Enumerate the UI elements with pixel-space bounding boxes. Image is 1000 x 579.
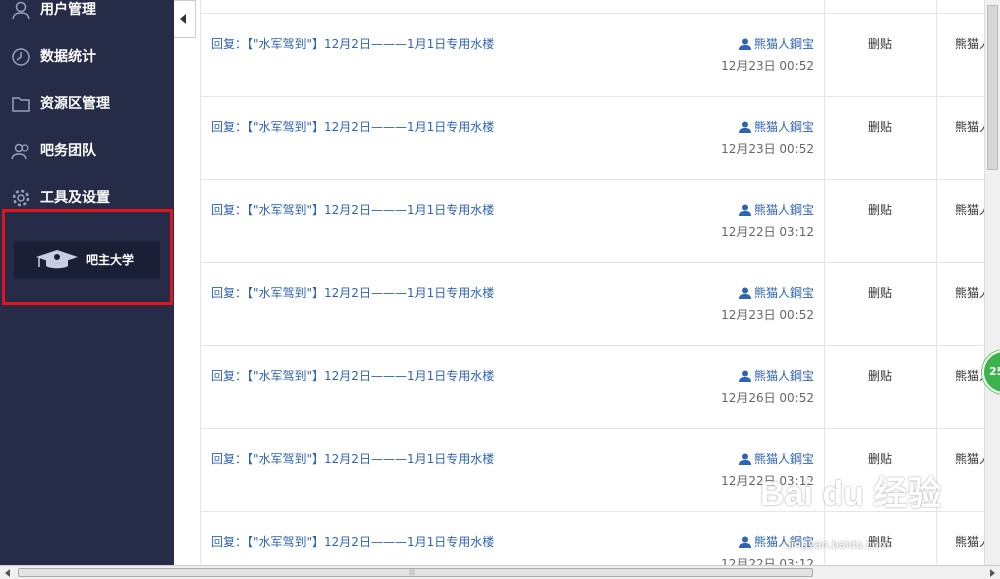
post-title-link[interactable]: 回复：【"水军驾到"】12月2日———1月1日专用水楼 bbox=[211, 285, 494, 301]
user-icon bbox=[738, 204, 751, 216]
sidebar-item-label: 资源区管理 bbox=[40, 96, 110, 112]
clock-icon bbox=[12, 48, 30, 66]
operator-name: 熊猫人 bbox=[955, 37, 985, 51]
post-author[interactable]: 熊猫人鋼宝 bbox=[738, 36, 814, 52]
table-row: 回复：【"水军驾到"】12月2日———1月1日专用水楼 熊猫人鋼宝 12月22日… bbox=[201, 180, 985, 263]
table-row: 回复：【"水军驾到"】12月2日———1月1日专用水楼 熊猫人鋼宝 12月23日… bbox=[201, 97, 985, 180]
sidebar-item-team[interactable]: 吧务团队 bbox=[0, 131, 174, 171]
post-time: 12月26日 00:52 bbox=[721, 391, 814, 405]
table-row bbox=[201, 0, 985, 14]
floating-counter-text: 25 bbox=[989, 365, 1000, 378]
post-time: 12月23日 00:52 bbox=[721, 308, 814, 322]
operator-name: 熊猫人 bbox=[955, 203, 985, 217]
author-name: 熊猫人鋼宝 bbox=[753, 369, 814, 383]
sidebar-item-label: 用户管理 bbox=[40, 2, 96, 18]
action-label: 删贴 bbox=[867, 37, 892, 51]
post-author[interactable]: 熊猫人鋼宝 bbox=[738, 202, 814, 218]
team-icon bbox=[11, 143, 29, 160]
author-name: 熊猫人鋼宝 bbox=[753, 452, 814, 466]
post-title-link[interactable]: 回复：【"水军驾到"】12月2日———1月1日专用水楼 bbox=[211, 202, 494, 218]
user-icon bbox=[738, 121, 751, 133]
post-time: 12月23日 00:52 bbox=[721, 142, 814, 156]
table-row: 回复：【"水军驾到"】12月2日———1月1日专用水楼 熊猫人鋼宝 12月23日… bbox=[201, 263, 985, 346]
vertical-scrollbar[interactable] bbox=[984, 0, 1000, 565]
user-icon bbox=[738, 38, 751, 50]
post-title-link[interactable]: 回复：【"水军驾到"】12月2日———1月1日专用水楼 bbox=[211, 534, 494, 550]
action-label: 删贴 bbox=[867, 286, 892, 300]
user-icon bbox=[12, 1, 30, 20]
action-label: 删贴 bbox=[867, 203, 892, 217]
author-name: 熊猫人鋼宝 bbox=[753, 37, 814, 51]
scroll-right-arrow-icon[interactable] bbox=[990, 569, 995, 577]
operator-name: 熊猫人 bbox=[955, 369, 985, 383]
author-name: 熊猫人鋼宝 bbox=[753, 203, 814, 217]
author-name: 熊猫人鋼宝 bbox=[753, 120, 814, 134]
vertical-scrollbar-thumb[interactable] bbox=[987, 5, 998, 170]
graduation-cap-icon bbox=[36, 250, 78, 269]
college-button[interactable]: 吧主大学 bbox=[14, 241, 160, 279]
author-name: 熊猫人鋼宝 bbox=[753, 286, 814, 300]
user-icon bbox=[738, 536, 751, 548]
college-button-label: 吧主大学 bbox=[86, 253, 135, 267]
sidebar-item-label: 数据统计 bbox=[40, 49, 96, 65]
post-time: 12月22日 03:12 bbox=[721, 557, 814, 565]
watermark-url: jingyan.baidu.com bbox=[788, 538, 890, 551]
sidebar-item-user-management[interactable]: 用户管理 bbox=[0, 0, 174, 30]
user-icon bbox=[738, 370, 751, 382]
scroll-left-arrow-icon[interactable] bbox=[5, 569, 10, 577]
sidebar-item-label: 吧务团队 bbox=[40, 143, 96, 159]
sidebar-collapse-toggle[interactable] bbox=[174, 0, 196, 38]
user-icon bbox=[738, 453, 751, 465]
post-author[interactable]: 熊猫人鋼宝 bbox=[738, 285, 814, 301]
post-title-link[interactable]: 回复：【"水军驾到"】12月2日———1月1日专用水楼 bbox=[211, 119, 494, 135]
operator-name: 熊猫人 bbox=[955, 452, 985, 466]
sidebar-item-resources[interactable]: 资源区管理 bbox=[0, 84, 174, 124]
action-label: 删贴 bbox=[867, 369, 892, 383]
sidebar-item-label: 工具及设置 bbox=[40, 190, 110, 206]
post-author[interactable]: 熊猫人鋼宝 bbox=[738, 368, 814, 384]
grip-icon: ||| bbox=[409, 569, 416, 576]
operator-name: 熊猫人 bbox=[955, 535, 985, 549]
post-author[interactable]: 熊猫人鋼宝 bbox=[738, 451, 814, 467]
horizontal-scrollbar[interactable]: ||| bbox=[0, 565, 1000, 579]
chevron-left-icon bbox=[180, 14, 186, 24]
gear-icon bbox=[12, 189, 30, 207]
table-row: 回复：【"水军驾到"】12月2日———1月1日专用水楼 熊猫人鋼宝 12月23日… bbox=[201, 14, 985, 97]
sidebar-item-statistics[interactable]: 数据统计 bbox=[0, 37, 174, 77]
post-time: 12月22日 03:12 bbox=[721, 225, 814, 239]
operator-name: 熊猫人 bbox=[955, 120, 985, 134]
post-time: 12月23日 00:52 bbox=[721, 59, 814, 73]
user-icon bbox=[738, 287, 751, 299]
action-label: 删贴 bbox=[867, 452, 892, 466]
horizontal-scrollbar-thumb[interactable]: ||| bbox=[18, 568, 813, 577]
table-row: 回复：【"水军驾到"】12月2日———1月1日专用水楼 熊猫人鋼宝 12月26日… bbox=[201, 346, 985, 429]
post-author[interactable]: 熊猫人鋼宝 bbox=[738, 119, 814, 135]
watermark-logo: Bai du 经验 bbox=[760, 475, 942, 513]
folder-icon bbox=[12, 97, 30, 112]
action-label: 删贴 bbox=[867, 120, 892, 134]
sidebar: 用户管理 数据统计 资源区管理 吧务团队 工具及设置 吧主大学 bbox=[0, 0, 174, 565]
operator-name: 熊猫人 bbox=[955, 286, 985, 300]
post-title-link[interactable]: 回复：【"水军驾到"】12月2日———1月1日专用水楼 bbox=[211, 36, 494, 52]
post-title-link[interactable]: 回复：【"水军驾到"】12月2日———1月1日专用水楼 bbox=[211, 368, 494, 384]
post-title-link[interactable]: 回复：【"水军驾到"】12月2日———1月1日专用水楼 bbox=[211, 451, 494, 467]
